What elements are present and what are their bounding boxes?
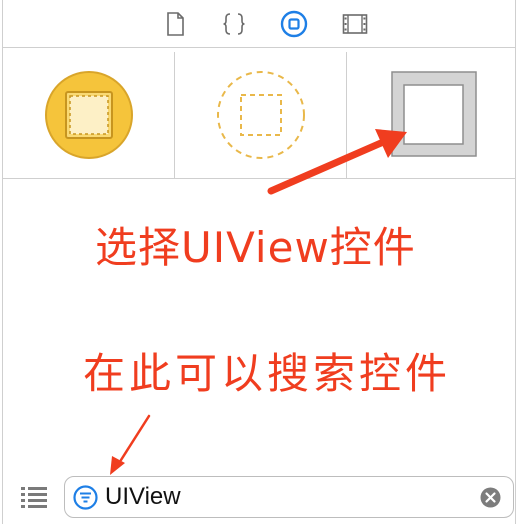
uiview-icon	[391, 71, 477, 157]
list-view-toggle[interactable]	[21, 485, 49, 509]
arrow-to-search-field	[110, 414, 151, 475]
view-controller-icon	[45, 71, 133, 159]
tab-object-library[interactable]	[280, 10, 308, 38]
annotation-select-view: 选择UIView控件	[95, 223, 416, 272]
list-icon	[21, 487, 47, 508]
storyboard-reference-icon	[217, 71, 305, 159]
object-library-grid	[3, 52, 515, 179]
library-item-storyboard-reference[interactable]	[175, 52, 347, 178]
film-strip-icon	[342, 14, 368, 34]
library-item-uiview[interactable]	[347, 52, 517, 178]
document-icon	[167, 12, 184, 36]
braces-icon	[223, 13, 245, 35]
filter-icon[interactable]	[73, 485, 98, 510]
tab-media-library[interactable]	[341, 10, 369, 38]
inspector-tab-bar	[3, 0, 515, 48]
tab-file-inspector[interactable]	[161, 10, 189, 38]
library-item-view-controller[interactable]	[3, 52, 175, 178]
tab-quick-help[interactable]	[220, 10, 248, 38]
object-library-panel: 选择UIView控件 在此可以搜索控件	[2, 0, 516, 524]
square-in-circle-icon	[280, 10, 308, 38]
clear-icon[interactable]	[480, 487, 501, 508]
annotation-search-here: 在此可以搜索控件	[83, 349, 452, 398]
search-input[interactable]	[105, 481, 465, 513]
library-search-field[interactable]	[64, 476, 514, 518]
